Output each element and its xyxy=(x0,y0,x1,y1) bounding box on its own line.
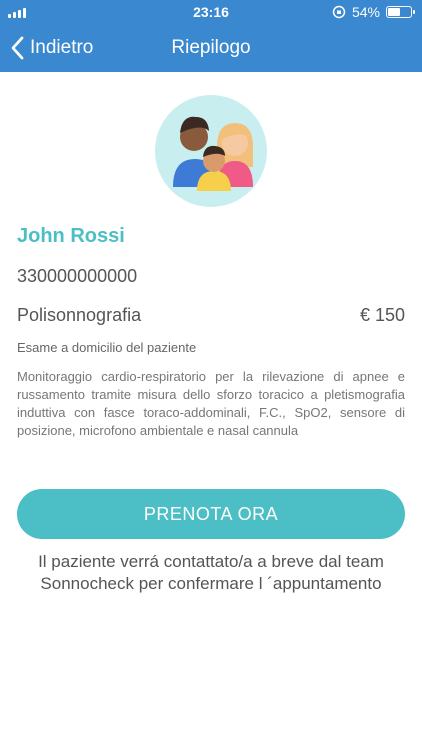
status-right: 54% xyxy=(332,4,415,20)
exam-price: € 150 xyxy=(359,305,405,325)
exam-subtitle: Esame a domicilio del paziente xyxy=(17,340,197,355)
exam-description: Monitoraggio cardio-respiratorio per la … xyxy=(17,369,405,438)
orientation-lock-icon xyxy=(332,5,346,19)
battery-icon xyxy=(386,6,415,18)
book-now-button[interactable]: PRENOTA ORA xyxy=(17,489,405,539)
nav-bar: Indietro Riepilogo xyxy=(0,28,422,68)
family-avatar-icon xyxy=(155,95,267,207)
status-bar: 23:16 54% xyxy=(0,0,422,24)
top-bar: 23:16 54% Indietro Riepilogo xyxy=(0,0,422,72)
page-title: Riepilogo xyxy=(171,37,251,58)
exam-name: Polisonnografia xyxy=(17,305,142,325)
battery-percent: 54% xyxy=(351,4,380,20)
patient-phone: 330000000000 xyxy=(17,266,138,286)
patient-name: John Rossi xyxy=(17,225,125,247)
confirmation-note: Il paziente verrá contattato/a a breve d… xyxy=(38,552,384,593)
